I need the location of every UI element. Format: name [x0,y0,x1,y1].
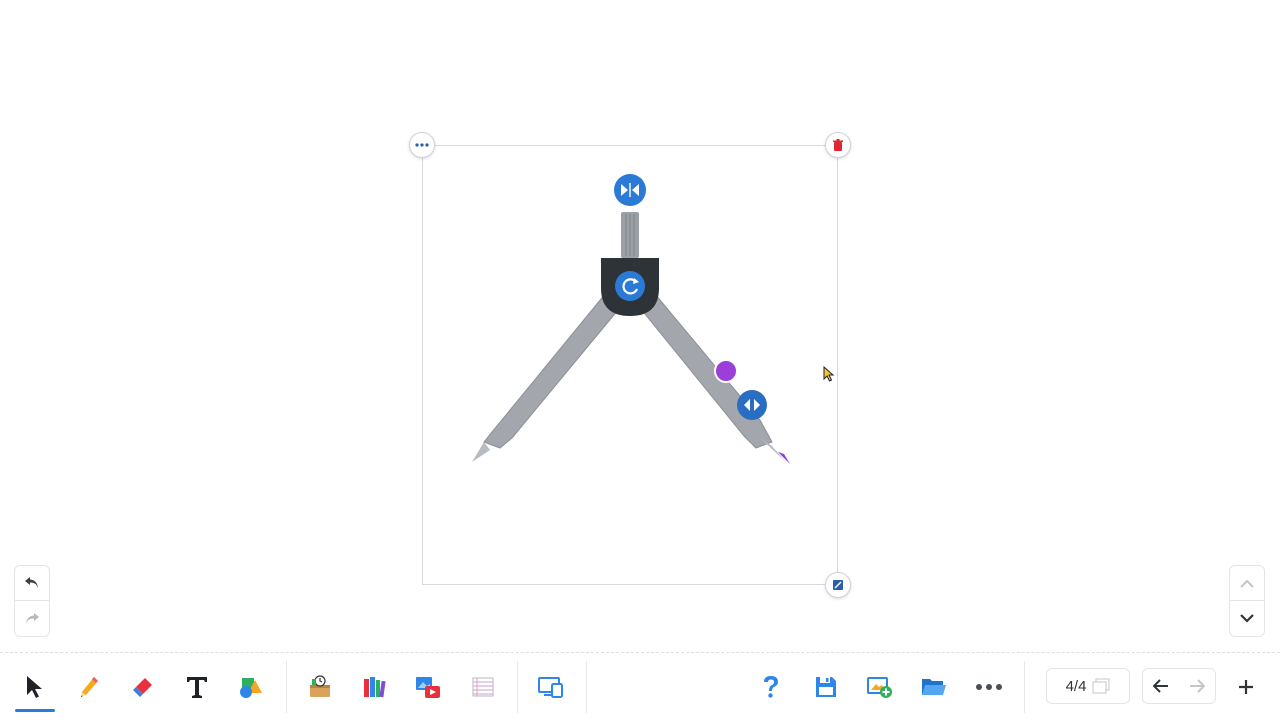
more-options-button[interactable] [969,667,1009,707]
whiteboard-canvas[interactable] [0,0,1280,652]
open-folder-button[interactable] [914,667,954,707]
resize-icon [833,580,843,590]
page-indicator[interactable]: 4/4 [1046,668,1130,704]
device-icon [538,677,563,698]
redo-button[interactable] [14,601,50,637]
media-icon [416,677,440,698]
more-icon [415,143,429,147]
more-icon [976,684,1002,690]
arrow-right-icon [1190,679,1205,693]
object-menu-handle[interactable] [409,132,435,158]
folder-icon [922,679,946,695]
arrow-left-icon [1153,679,1168,693]
adjust-width-button[interactable] [737,390,767,420]
delete-object-handle[interactable] [825,132,851,158]
toolbox-button[interactable] [300,667,340,707]
toolbar-separator [286,661,287,713]
pencil-tool-button[interactable] [69,667,109,707]
text-icon [187,677,207,698]
media-button[interactable] [408,667,448,707]
chevron-down-icon [1240,614,1254,623]
eraser-icon [133,678,152,697]
page-indicator-label: 4/4 [1065,677,1087,695]
trash-icon [833,139,843,151]
redo-icon [26,612,39,624]
lined-paper-icon [472,677,494,697]
mouse-pointer-icon [823,366,835,382]
rotate-button[interactable] [615,271,645,301]
library-icon [364,677,386,698]
toolbar-separator [517,661,518,713]
toolbar-separator [1024,661,1025,713]
lined-paper-button[interactable] [463,667,503,707]
flip-button[interactable] [614,174,646,206]
toolbar-separator [586,661,587,713]
plus-icon [1239,680,1253,694]
undo-icon [25,577,38,588]
help-button[interactable] [751,667,791,707]
library-button[interactable] [354,667,394,707]
text-tool-button[interactable] [177,667,217,707]
resize-object-handle[interactable] [825,572,851,598]
page-navigation [1142,668,1216,704]
device-button[interactable] [531,667,571,707]
new-page-button[interactable] [1226,667,1266,707]
compass-tool[interactable] [460,170,800,480]
previous-page-button[interactable] [1143,669,1179,703]
page-up-button[interactable] [1229,565,1265,601]
add-slide-button[interactable] [860,667,900,707]
eraser-tool-button[interactable] [123,667,163,707]
help-icon [764,676,778,698]
toolbox-icon [310,675,330,697]
compass-right-arm[interactable] [631,287,790,464]
add-slide-icon [867,677,892,698]
save-icon [816,677,836,697]
chevron-up-icon [1240,579,1254,588]
compass-left-arm[interactable] [472,287,629,462]
undo-button[interactable] [14,565,50,601]
pages-icon [1092,678,1110,694]
shapes-tool-button[interactable] [231,667,271,707]
save-button[interactable] [806,667,846,707]
draw-point-handle[interactable] [714,359,738,383]
select-icon [27,676,42,698]
page-down-button[interactable] [1229,601,1265,637]
shapes-icon [240,678,262,698]
pencil-icon [81,677,98,697]
next-page-button[interactable] [1179,669,1215,703]
select-tool-button[interactable] [15,667,55,712]
